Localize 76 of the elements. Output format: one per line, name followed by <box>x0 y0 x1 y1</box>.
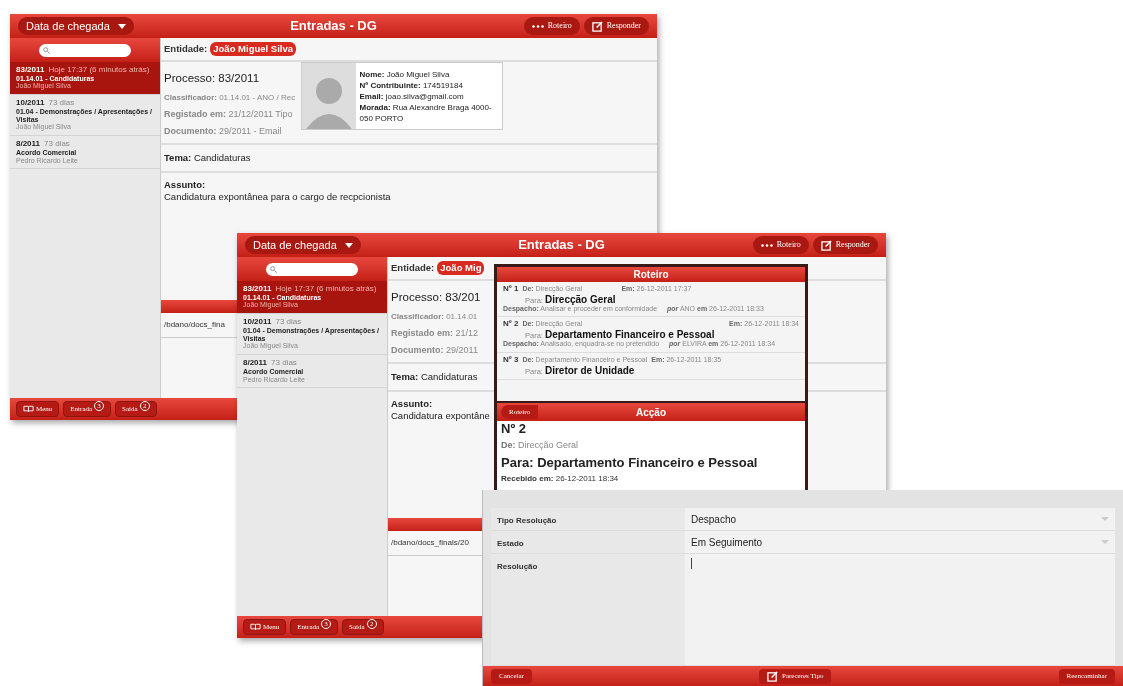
caret-icon <box>1101 517 1109 521</box>
edit-icon <box>767 670 778 682</box>
step-destination: Departamento Financeiro e Pessoal <box>544 329 715 341</box>
search-field[interactable] <box>266 262 358 276</box>
detail-line: Classificador: 01.14.01 - ANO / Rec <box>164 91 296 104</box>
edit-icon <box>591 20 603 32</box>
route-button[interactable]: Roteiro <box>523 17 580 35</box>
detail-line: Registado em: 21/12 <box>391 326 479 340</box>
step-destination: Diretor de Unidade <box>544 364 635 376</box>
popover-title: Roteiro <box>497 267 805 282</box>
contact-line: Morada: Rua Alexandre Braga 4000-050 PORTO <box>359 101 493 124</box>
theme-line: Tema: Candidaturas <box>391 369 478 384</box>
sort-dropdown[interactable]: Data de chegada <box>245 236 361 254</box>
step-destination: Direcção Geral <box>544 293 616 305</box>
select-field[interactable]: Despacho <box>685 508 1115 530</box>
step-number: Nº 1 <box>503 285 519 294</box>
detail-line: Documento: 29/2011 <box>391 344 478 357</box>
detail-line: Registado em: 21/12/2011 Tipo <box>164 107 293 121</box>
caret-icon <box>344 242 353 248</box>
item-number: 10/2011 <box>243 318 272 327</box>
process-title: Processo: 83/2011 <box>164 71 260 87</box>
item-age: 73 dias <box>271 359 297 368</box>
process-title: Processo: 83/201 <box>391 290 481 306</box>
select-field[interactable]: Em Seguimento <box>685 531 1115 553</box>
dots-icon <box>531 24 544 28</box>
reply-button[interactable]: Responder <box>812 236 878 254</box>
panel-title: Acção <box>636 405 666 420</box>
item-number: 8/2011 <box>16 140 41 149</box>
entity-tag[interactable]: João Miguel Silva <box>210 42 296 57</box>
window-title: Entradas - DG <box>518 236 605 255</box>
detail-line: Classificador: 01.14.01 <box>391 310 478 323</box>
entity-tag[interactable]: João Mig <box>437 261 485 276</box>
field-label: Resolução <box>491 554 685 665</box>
item-number: 83/2011 <box>16 66 45 75</box>
edit-icon <box>820 239 832 251</box>
reply-button[interactable]: Responder <box>583 17 649 35</box>
item-number: 83/2011 <box>243 285 272 294</box>
search-icon <box>43 46 50 54</box>
step-number: Nº 3 <box>503 355 519 365</box>
entity-label: Entidade: <box>164 42 208 56</box>
subject-text: Candidatura expontâne <box>391 409 490 422</box>
contact-line: Nº Contribuinte: 174519184 <box>359 79 464 91</box>
entity-label: Entidade: <box>391 261 435 275</box>
item-age: 73 dias <box>44 140 70 149</box>
contact-line: Email: joao.silva@gmail.com <box>359 90 465 102</box>
subject-label: Assunto: <box>164 178 206 191</box>
detail-line: Documento: 29/2011 - Email <box>164 125 282 138</box>
field-label: Estado <box>491 531 685 553</box>
search-icon <box>270 265 277 273</box>
subject-label: Assunto: <box>391 397 433 410</box>
route-button[interactable]: Roteiro <box>752 236 809 254</box>
item-age: 73 dias <box>48 99 75 108</box>
item-age: Hoje 17:37 (6 minutos atrás) <box>48 66 150 75</box>
subject-text: Candidatura expontânea para o cargo de recpcionista <box>164 190 391 203</box>
item-age: 73 dias <box>275 318 302 327</box>
action-received: Recebido em: 26-12-2011 18:34 <box>501 473 620 484</box>
dots-icon <box>760 243 773 247</box>
item-number: 10/2011 <box>16 99 45 108</box>
action-destination: Para: Departamento Financeiro e Pessoal <box>501 454 759 471</box>
item-number: 8/2011 <box>243 359 268 368</box>
item-age: Hoje 17:37 (6 minutos atrás) <box>275 285 377 294</box>
theme-line: Tema: Candidaturas <box>164 150 251 165</box>
step-number: Nº 2 <box>503 320 519 330</box>
file-path: /bdano/docs_fina <box>164 319 225 331</box>
window-title: Entradas - DG <box>290 17 377 36</box>
book-icon <box>250 623 261 631</box>
field-label: Tipo Resolução <box>491 508 685 530</box>
sort-dropdown[interactable]: Data de chegada <box>18 17 134 35</box>
contact-line: Nome: João Miguel Silva <box>359 68 451 80</box>
file-path: /bdano/docs_finals/20 <box>391 537 469 549</box>
search-field[interactable] <box>39 43 131 57</box>
action-number: Nº 2 <box>501 421 527 438</box>
book-icon <box>23 405 34 413</box>
action-from: De: Direcção Geral <box>501 440 580 452</box>
caret-icon <box>117 23 126 29</box>
caret-icon <box>1101 540 1109 544</box>
